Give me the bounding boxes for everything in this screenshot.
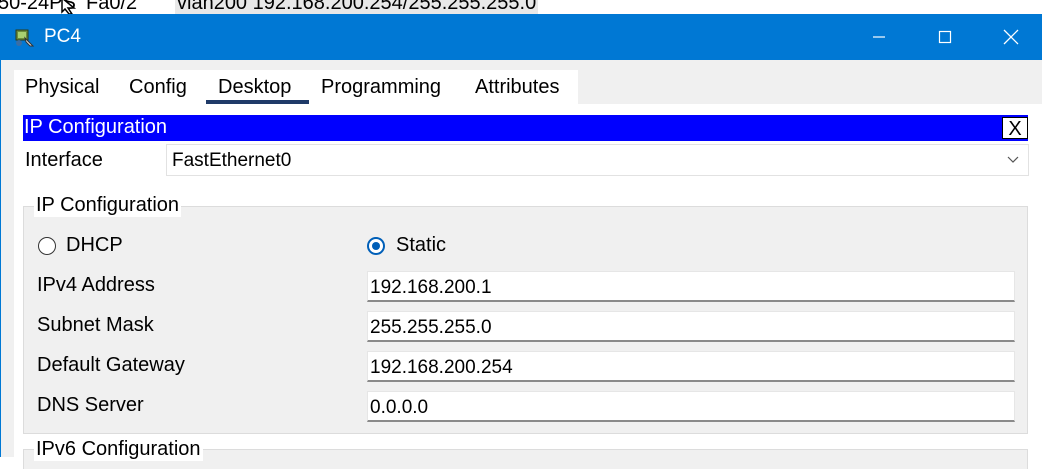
dns-server-value: 0.0.0.0	[370, 397, 429, 418]
dhcp-radio[interactable]	[38, 237, 56, 255]
interface-label: Interface	[25, 149, 103, 171]
ip-config-group-title: IP Configuration	[34, 194, 182, 217]
minimize-button[interactable]	[846, 14, 912, 60]
maximize-icon	[938, 30, 952, 44]
tab-desktop[interactable]: Desktop	[218, 70, 291, 104]
ipv4-address-input[interactable]: 192.168.200.1	[367, 271, 1015, 302]
static-label[interactable]: Static	[396, 234, 446, 257]
subnet-mask-input[interactable]: 255.255.255.0	[367, 311, 1015, 342]
cursor-icon	[61, 0, 77, 14]
title-bar[interactable]: PC4	[1, 14, 1042, 60]
window-title: PC4	[44, 26, 81, 47]
interface-value: FastEthernet0	[172, 150, 292, 171]
ip-config-header-title: IP Configuration	[24, 116, 168, 138]
tab-programming[interactable]: Programming	[321, 70, 441, 104]
close-icon	[1003, 29, 1019, 45]
interface-select[interactable]: FastEthernet0	[166, 144, 1029, 176]
tab-attributes[interactable]: Attributes	[475, 70, 559, 104]
vlan-label: vlan200 192.168.200.254/255.255.255.0	[175, 0, 539, 14]
chevron-down-icon	[1007, 156, 1019, 163]
ipv4-address-value: 192.168.200.1	[370, 277, 492, 298]
default-gateway-label: Default Gateway	[37, 354, 185, 376]
topology-canvas-background: 50-24PS Fa0/2 vlan200 192.168.200.254/25…	[0, 0, 1042, 14]
dns-server-input[interactable]: 0.0.0.0	[367, 391, 1015, 422]
close-button[interactable]	[978, 14, 1042, 60]
port-label: Fa0/2	[86, 0, 138, 14]
ip-config-close-button[interactable]: X	[1002, 117, 1028, 140]
desktop-pane: IP Configuration X Interface FastEtherne…	[14, 104, 1042, 469]
ipv6-config-group-title: IPv6 Configuration	[34, 438, 203, 461]
subnet-mask-label: Subnet Mask	[37, 314, 154, 336]
ipv4-address-label: IPv4 Address	[37, 274, 155, 296]
tab-config[interactable]: Config	[129, 70, 187, 104]
tab-bar: Physical Config Desktop Programming Attr…	[14, 70, 578, 104]
default-gateway-value: 192.168.200.254	[370, 357, 513, 378]
static-radio[interactable]	[367, 237, 385, 255]
pc4-window: PC4 Physical Config Desktop Programming …	[0, 14, 1042, 469]
subnet-mask-value: 255.255.255.0	[370, 317, 492, 338]
ip-config-header: IP Configuration X	[23, 115, 1028, 141]
dhcp-label[interactable]: DHCP	[66, 234, 123, 257]
maximize-button[interactable]	[912, 14, 978, 60]
default-gateway-input[interactable]: 192.168.200.254	[367, 351, 1015, 382]
tab-physical[interactable]: Physical	[25, 70, 99, 104]
pc-icon	[15, 29, 35, 47]
minimize-icon	[873, 36, 885, 38]
dns-server-label: DNS Server	[37, 394, 144, 416]
